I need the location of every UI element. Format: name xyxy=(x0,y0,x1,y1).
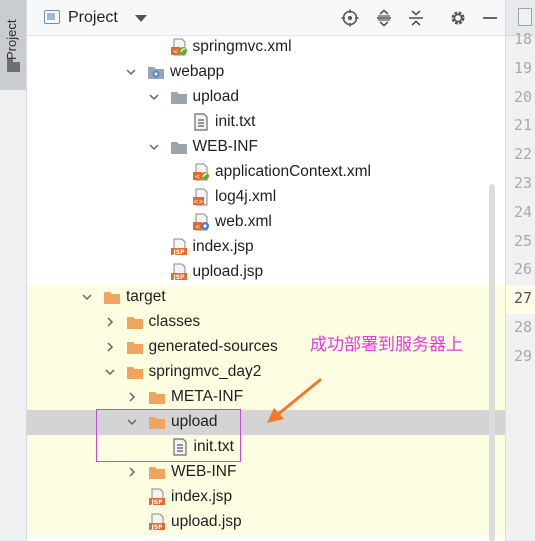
tree-row[interactable]: init.txt xyxy=(27,110,505,135)
tree-row[interactable]: WEB-INF xyxy=(27,135,505,160)
svg-text:JSP: JSP xyxy=(151,524,164,531)
tree-item-label: init.txt xyxy=(215,113,256,130)
text-file-icon xyxy=(192,113,210,131)
tree-row[interactable]: JSP index.jsp xyxy=(27,485,505,510)
svg-text:JSP: JSP xyxy=(151,499,164,506)
tree-item-label: applicationContext.xml xyxy=(215,163,371,180)
tree-row[interactable]: <> log4j.xml xyxy=(27,185,505,210)
tree-item-label: generated-sources xyxy=(148,338,278,355)
line-number: 26 xyxy=(514,260,533,279)
tree-row[interactable]: target xyxy=(27,285,505,310)
tree-item-label: springmvc.xml xyxy=(192,38,292,55)
folder-orange-icon xyxy=(126,313,144,331)
project-tree: < springmvc.xml webapp upload init.txt WEB-IN… xyxy=(27,36,505,541)
jsp-file-icon: JSP xyxy=(170,263,188,281)
tree-item-label: index.jsp xyxy=(192,238,254,255)
line-number: 18 xyxy=(514,30,533,48)
line-number: 23 xyxy=(514,174,533,192)
tree-row[interactable]: < applicationContext.xml xyxy=(27,160,505,185)
tree-item-label: webapp xyxy=(170,63,225,80)
jsp-file-icon: JSP xyxy=(170,238,188,256)
tree-row[interactable]: < springmvc.xml xyxy=(27,36,505,60)
tree-row[interactable]: WEB-INF xyxy=(27,460,505,485)
tree-row[interactable]: < web.xml xyxy=(27,210,505,235)
xml-web-icon: < xyxy=(192,213,210,231)
gear-icon[interactable] xyxy=(449,9,467,27)
folder-orange-icon xyxy=(148,388,166,406)
file-tab-icon[interactable] xyxy=(518,8,532,26)
jsp-file-icon: JSP xyxy=(148,488,166,506)
tree-item-label: classes xyxy=(148,313,201,330)
annotation-arrow-icon xyxy=(267,378,322,423)
tree-item-label: index.jsp xyxy=(171,488,233,505)
tree-item-label: web.xml xyxy=(215,213,272,230)
chevron-right-icon[interactable] xyxy=(104,316,116,328)
line-number: 19 xyxy=(514,58,533,77)
project-tool-tab[interactable]: Project xyxy=(0,0,26,90)
svg-text:<>: <> xyxy=(193,198,204,206)
tree-item-label: WEB-INF xyxy=(192,138,258,155)
chevron-down-icon[interactable] xyxy=(148,91,160,103)
tree-row[interactable]: JSP upload.jsp xyxy=(27,510,505,535)
jsp-file-icon: JSP xyxy=(148,513,166,531)
line-number: 22 xyxy=(514,145,533,164)
project-panel-header: Project xyxy=(27,0,505,36)
svg-text:JSP: JSP xyxy=(172,274,185,281)
line-number: 28 xyxy=(514,318,533,336)
chevron-down-icon[interactable] xyxy=(148,141,160,153)
chevron-down-icon[interactable] xyxy=(104,366,116,378)
chevron-right-icon[interactable] xyxy=(104,341,116,353)
tree-row[interactable]: JSP index.jsp xyxy=(27,235,505,260)
xml-file-icon: <> xyxy=(192,188,210,206)
line-number: 25 xyxy=(514,231,533,250)
xml-spring-icon: < xyxy=(192,163,210,181)
chevron-right-icon[interactable] xyxy=(126,391,138,403)
line-number: 20 xyxy=(514,87,533,106)
editor-gutter: 18 19 20 21 22 23 24 25 26 27 28 29 xyxy=(505,0,535,541)
locate-icon[interactable] xyxy=(341,9,359,27)
line-number: 29 xyxy=(514,346,533,365)
tree-item-label: log4j.xml xyxy=(215,188,277,205)
folder-icon xyxy=(7,59,20,72)
tree-row[interactable]: webapp xyxy=(27,60,505,85)
tree-item-label: upload xyxy=(192,88,240,105)
vertical-scrollbar[interactable] xyxy=(489,184,495,541)
tree-item-label: springmvc_day2 xyxy=(148,363,262,380)
chevron-down-icon[interactable] xyxy=(135,15,147,22)
tool-window-strip: Project xyxy=(0,0,27,541)
annotation-text: 成功部署到服务器上 xyxy=(310,335,463,355)
xml-spring-icon: < xyxy=(170,38,188,56)
line-number: 24 xyxy=(514,202,533,221)
svg-text:<: < xyxy=(195,223,200,231)
tree-row[interactable]: JSP upload.jsp xyxy=(27,260,505,285)
expand-all-icon[interactable] xyxy=(375,9,393,27)
tree-row[interactable]: upload xyxy=(27,85,505,110)
panel-title[interactable]: Project xyxy=(68,9,118,27)
project-view-icon xyxy=(44,10,60,24)
svg-text:JSP: JSP xyxy=(172,249,185,256)
svg-text:<: < xyxy=(195,173,200,181)
line-number: 21 xyxy=(514,116,533,135)
svg-text:<: < xyxy=(172,48,177,56)
annotation-highlight-box xyxy=(96,409,241,462)
collapse-all-icon[interactable] xyxy=(407,9,425,27)
folder-orange-icon xyxy=(126,338,144,356)
tree-item-label: WEB-INF xyxy=(171,463,237,480)
project-tool-tab-label: Project xyxy=(4,19,19,60)
folder-orange-icon xyxy=(126,363,144,381)
folder-gray-icon xyxy=(170,88,188,106)
tree-item-label: upload.jsp xyxy=(171,513,242,530)
chevron-down-icon[interactable] xyxy=(81,291,93,303)
tree-item-label: target xyxy=(126,288,166,305)
line-number: 27 xyxy=(514,289,533,308)
web-folder-icon xyxy=(147,63,165,81)
chevron-down-icon[interactable] xyxy=(125,66,137,78)
tree-item-label: upload.jsp xyxy=(192,263,264,280)
folder-orange-icon xyxy=(103,288,121,306)
tree-item-label: META-INF xyxy=(171,388,244,405)
chevron-right-icon[interactable] xyxy=(126,466,138,478)
folder-gray-icon xyxy=(170,138,188,156)
folder-orange-icon xyxy=(148,463,166,481)
minimize-icon[interactable] xyxy=(481,9,499,27)
